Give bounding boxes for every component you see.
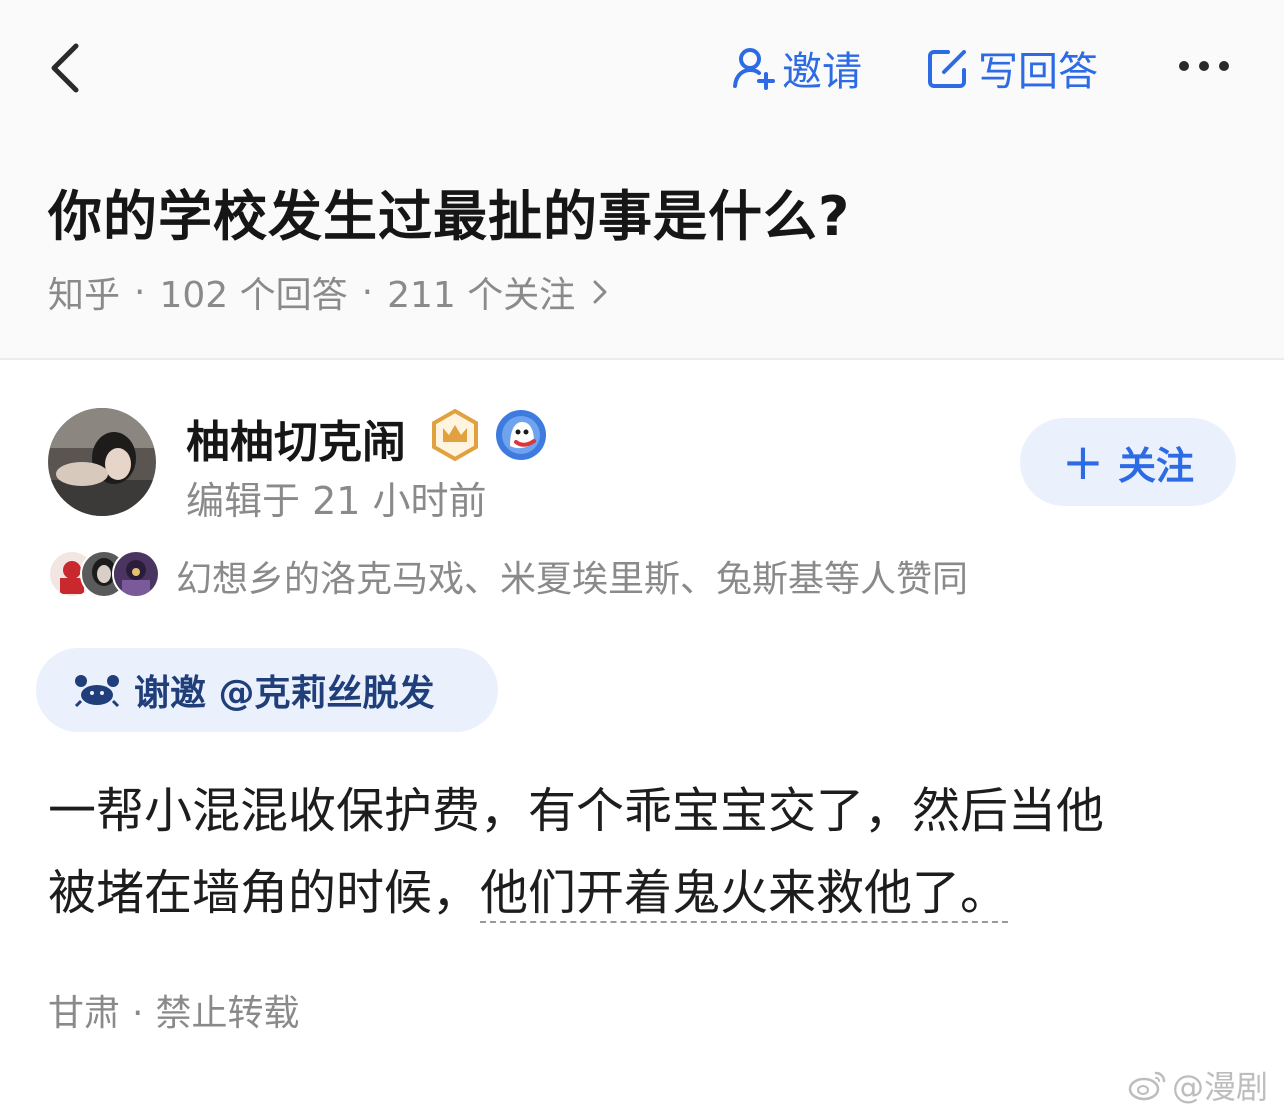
answer-line-1: 一帮小混混收保护费，有个乖宝宝交了，然后当他	[48, 783, 1105, 839]
invite-button[interactable]: 邀请	[732, 38, 862, 98]
liker-avatar	[112, 550, 160, 598]
edited-time: 编辑于 21 小时前	[186, 479, 487, 523]
weibo-logo-icon	[1128, 1071, 1166, 1101]
author-avatar[interactable]	[48, 408, 156, 516]
watermark: @漫剧	[1128, 1062, 1268, 1108]
pencil-square-icon	[928, 50, 966, 88]
copyright-label: 禁止转载	[155, 993, 300, 1034]
question-meta[interactable]: 知乎 · 102 个回答 · 211 个关注	[48, 266, 607, 318]
crab-icon	[74, 675, 120, 707]
invite-label: 邀请	[782, 49, 862, 95]
source-label: 知乎	[48, 275, 121, 316]
answer-text: 被堵在墙角的时候，	[48, 865, 481, 921]
plus-icon: +	[1062, 433, 1104, 491]
user-plus-icon	[733, 48, 775, 90]
more-dots-icon[interactable]	[1176, 52, 1232, 80]
watermark-text: @漫剧	[1172, 1068, 1269, 1106]
section-divider	[0, 358, 1284, 360]
follow-label: 关注	[1117, 443, 1194, 488]
followers-count: 211 个关注	[387, 275, 576, 316]
answer-linked-phrase[interactable]: 他们开着鬼火来救他了。	[480, 865, 1009, 923]
answer-body[interactable]: 一帮小混混收保护费，有个乖宝宝交了，然后当他 被堵在墙角的时候，他们开着鬼火来救…	[48, 770, 1238, 934]
ghost-badge-icon	[496, 410, 546, 460]
back-icon[interactable]	[44, 40, 88, 96]
answer-line-2: 被堵在墙角的时候，他们开着鬼火来救他了。	[48, 852, 1238, 934]
crown-badge-icon	[432, 408, 478, 462]
separator-dot: ·	[132, 993, 144, 1034]
question-title[interactable]: 你的学校发生过最扯的事是什么?	[48, 172, 850, 251]
answers-count: 102 个回答	[159, 275, 348, 316]
separator-dot: ·	[361, 271, 374, 313]
chevron-right-icon	[593, 280, 607, 304]
write-answer-label: 写回答	[978, 49, 1098, 95]
separator-dot: ·	[134, 271, 146, 313]
write-answer-button[interactable]: 写回答	[926, 38, 1098, 98]
thanks-text: 谢邀 @克莉丝脱发	[134, 673, 435, 714]
thanks-invite-tag[interactable]: 谢邀 @克莉丝脱发	[36, 648, 498, 732]
answer-footer: 甘肃 · 禁止转载	[48, 984, 299, 1036]
follow-button[interactable]: + 关注	[1020, 418, 1236, 506]
liker-avatars[interactable]	[48, 550, 160, 598]
author-name[interactable]: 柚柚切克闹	[186, 406, 406, 470]
location-label: 甘肃	[48, 993, 121, 1034]
likers-text[interactable]: 幻想乡的洛克马戏、米夏埃里斯、兔斯基等人赞同	[176, 550, 968, 602]
